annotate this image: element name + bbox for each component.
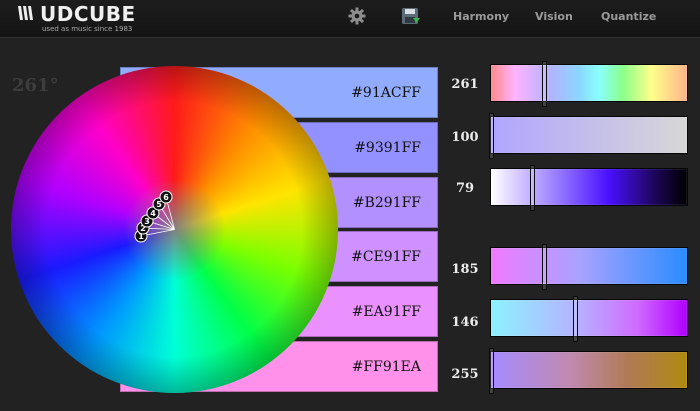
save-icon[interactable] xyxy=(401,7,421,25)
color-wheel[interactable]: 123456 xyxy=(11,66,338,393)
slider-thumb[interactable] xyxy=(573,296,579,342)
wheel-markers: 123456 xyxy=(134,190,175,243)
swatch-hex-label: #FF91EA xyxy=(351,359,421,375)
slider-thumb[interactable] xyxy=(530,165,536,211)
nav-harmony[interactable]: Harmony xyxy=(453,10,509,23)
swatch-hex-label: #CE91FF xyxy=(351,249,421,265)
channel-6-slider[interactable] xyxy=(489,348,688,394)
harmony-marker[interactable]: 6 xyxy=(159,190,173,204)
value-channel-6: 255 xyxy=(451,367,479,382)
value-brightness: 79 xyxy=(455,181,475,196)
marker-number: 3 xyxy=(144,217,150,226)
swatch-hex-label: #91ACFF xyxy=(351,85,421,101)
hue-slider[interactable] xyxy=(490,61,688,107)
slider-thumb[interactable] xyxy=(541,244,547,290)
slider-thumb[interactable] xyxy=(489,348,494,394)
swatch-hex-label: #EA91FF xyxy=(351,304,421,320)
slider-thumb[interactable] xyxy=(489,113,494,159)
nav-quantize[interactable]: Quantize xyxy=(601,10,656,23)
value-saturation: 100 xyxy=(451,130,479,145)
slider-thumb[interactable] xyxy=(541,61,547,107)
channel-5-slider[interactable] xyxy=(490,296,688,342)
logo-mark-icon xyxy=(18,6,33,20)
channel-4-slider[interactable] xyxy=(490,244,688,290)
brightness-slider[interactable] xyxy=(490,165,688,211)
swatch-hex-label: #B291FF xyxy=(352,195,421,211)
value-channel-5: 146 xyxy=(451,315,479,330)
gear-icon[interactable] xyxy=(348,7,366,25)
swatch-hex-label: #9391FF xyxy=(354,140,421,156)
saturation-slider[interactable] xyxy=(489,113,688,159)
value-hue: 261 xyxy=(451,77,479,92)
value-channel-4: 185 xyxy=(451,262,479,277)
top-bar: UDCUBE used as music since 1983 Harmony … xyxy=(0,0,700,38)
marker-number: 4 xyxy=(150,209,156,218)
marker-number: 6 xyxy=(163,193,169,202)
logo-tagline: used as music since 1983 xyxy=(42,25,133,33)
nav-vision[interactable]: Vision xyxy=(535,10,573,23)
logo-text: UDCUBE xyxy=(40,2,136,26)
